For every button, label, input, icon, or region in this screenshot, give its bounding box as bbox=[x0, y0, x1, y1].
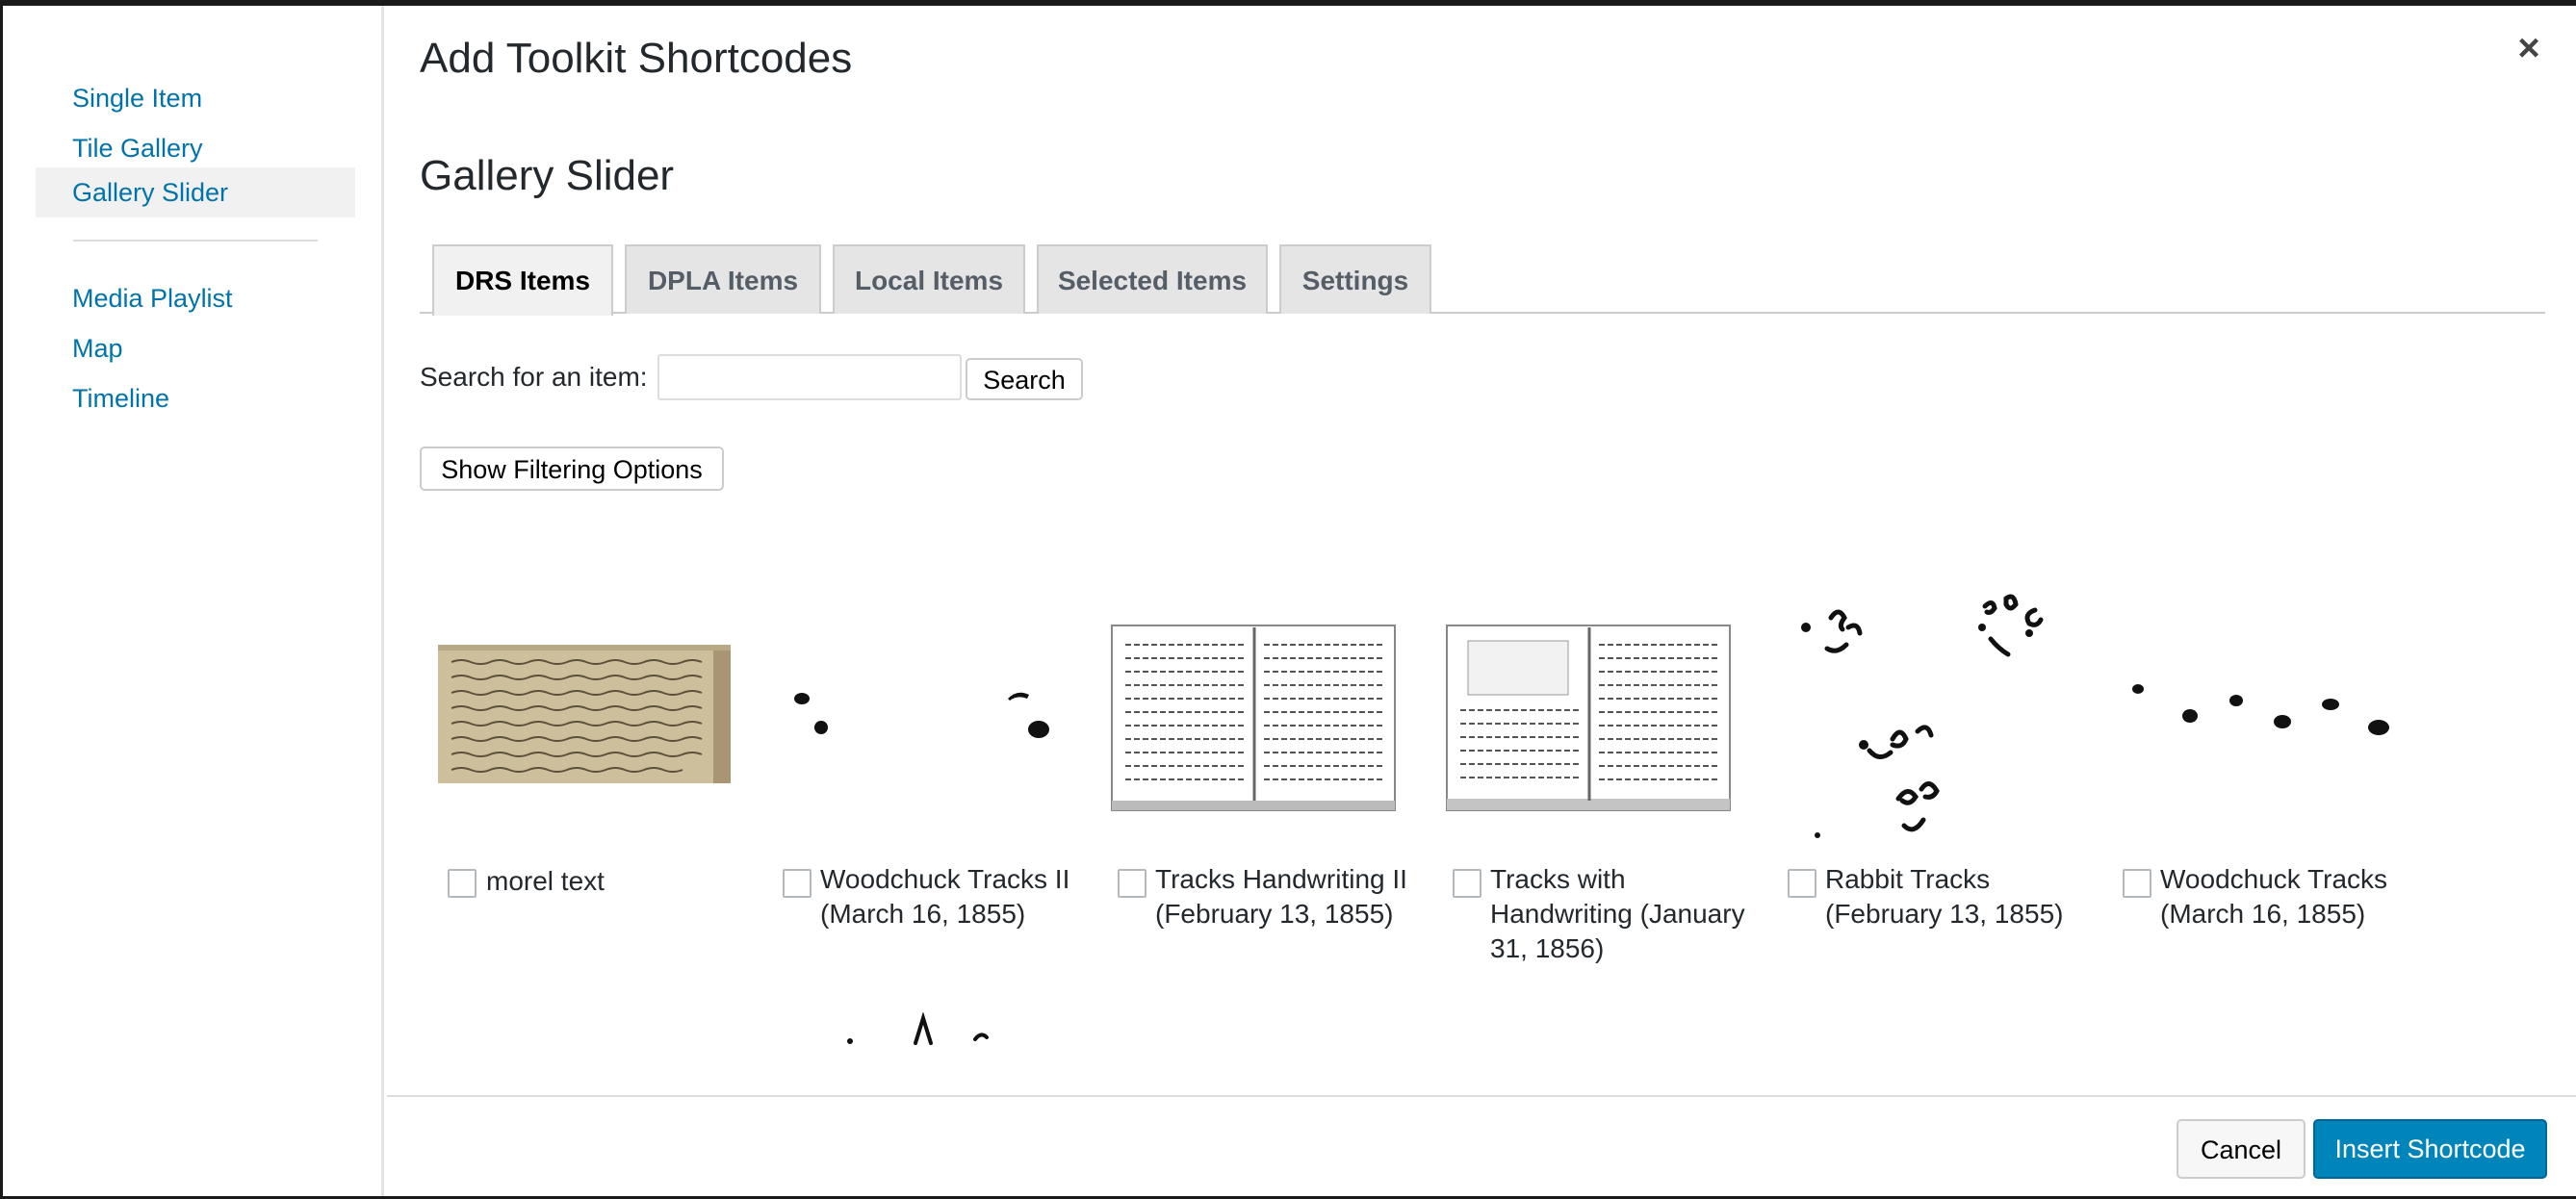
item-checkbox[interactable] bbox=[1118, 869, 1146, 898]
handwritten-manuscript-icon[interactable] bbox=[438, 645, 731, 783]
sidebar-item-gallery-slider[interactable]: Gallery Slider bbox=[36, 167, 355, 217]
sidebar-item-single-item[interactable]: Single Item bbox=[36, 73, 355, 123]
sidebar-item-map[interactable]: Map bbox=[36, 323, 355, 373]
search-label: Search for an item: bbox=[420, 362, 648, 392]
journal-pages-icon[interactable] bbox=[1110, 622, 1399, 814]
item-title: Woodchuck Tracks II (March 16, 1855) bbox=[820, 864, 1070, 929]
item-title: Tracks with Handwriting (January 31, 185… bbox=[1490, 864, 1745, 963]
item-checkbox[interactable] bbox=[2123, 869, 2151, 898]
sidebar-item-media-playlist[interactable]: Media Playlist bbox=[36, 273, 355, 323]
item-checkbox[interactable] bbox=[448, 869, 477, 898]
section-title: Gallery Slider bbox=[420, 152, 675, 199]
animal-tracks-icon[interactable] bbox=[2121, 670, 2409, 756]
animal-tracks-icon[interactable] bbox=[831, 1012, 1004, 1045]
footer-divider bbox=[387, 1095, 2576, 1097]
item-title: Woodchuck Tracks (March 16, 1855) bbox=[2160, 864, 2388, 929]
item-title: Tracks Handwriting II (February 13, 1855… bbox=[1155, 864, 1407, 929]
tab-local-items[interactable]: Local Items bbox=[833, 244, 1025, 314]
cancel-button[interactable]: Cancel bbox=[2177, 1119, 2306, 1179]
animal-tracks-icon[interactable] bbox=[1789, 589, 2058, 849]
close-icon[interactable]: × bbox=[2508, 27, 2550, 69]
tab-selected-items[interactable]: Selected Items bbox=[1037, 244, 1268, 314]
animal-tracks-icon[interactable] bbox=[773, 676, 1062, 762]
journal-pages-icon[interactable] bbox=[1445, 622, 1734, 814]
tab-settings[interactable]: Settings bbox=[1279, 244, 1431, 314]
search-button[interactable]: Search bbox=[966, 358, 1083, 400]
sidebar-item-tile-gallery[interactable]: Tile Gallery bbox=[36, 123, 355, 173]
insert-shortcode-button[interactable]: Insert Shortcode bbox=[2313, 1119, 2547, 1179]
item-title: morel text bbox=[486, 866, 605, 896]
modal-title: Add Toolkit Shortcodes bbox=[420, 35, 853, 82]
item-checkbox[interactable] bbox=[1453, 869, 1481, 898]
sidebar: Single Item Tile Gallery Gallery Slider … bbox=[3, 6, 384, 1196]
item-title: Rabbit Tracks (February 13, 1855) bbox=[1825, 864, 2064, 929]
show-filtering-options-button[interactable]: Show Filtering Options bbox=[420, 446, 724, 491]
shortcode-modal: Single Item Tile Gallery Gallery Slider … bbox=[3, 6, 2576, 1196]
item-checkbox[interactable] bbox=[783, 869, 811, 898]
item-checkbox[interactable] bbox=[1788, 869, 1816, 898]
sidebar-divider bbox=[73, 240, 318, 242]
tab-dpla-items[interactable]: DPLA Items bbox=[625, 244, 821, 314]
sidebar-item-timeline[interactable]: Timeline bbox=[36, 373, 355, 423]
search-input[interactable] bbox=[657, 354, 962, 400]
tab-drs-items[interactable]: DRS Items bbox=[432, 244, 613, 316]
